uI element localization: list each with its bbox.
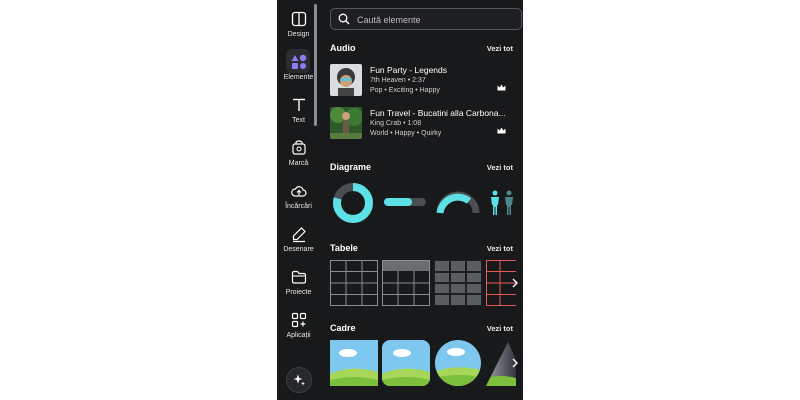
apps-grid-icon [291,312,306,328]
crown-icon [497,127,506,134]
elements-shapes-icon [291,54,306,69]
sidebar-item-uploads[interactable]: Încărcări [277,172,320,212]
table-header-element[interactable] [382,260,430,306]
cloud-upload-icon [290,186,307,197]
magic-button[interactable] [286,367,312,393]
track-meta: King Crab • 1:08 [370,120,422,127]
square-frame-element[interactable] [330,340,378,386]
track-meta: 7th Heaven • 2:37 [370,77,426,84]
table-filled-element[interactable] [434,260,482,306]
track-thumbnail [330,64,362,96]
track-title: Fun Party - Legends [370,65,448,75]
track-thumbnail [330,107,362,139]
tables-next-arrow[interactable] [506,274,523,292]
diagrams-row [330,181,520,225]
tables-see-all-link[interactable]: Vezi tot [487,244,513,253]
audio-see-all-link[interactable]: Vezi tot [487,44,513,53]
sparkle-magic-icon [293,374,305,386]
search-icon [338,13,350,25]
brand-kit-icon [291,140,306,155]
sidebar-item-apps[interactable]: Aplicații [277,301,320,341]
audio-section-title: Audio [330,43,356,53]
elements-panel-app: Design Elemente Text Marcă Încărcări Des… [277,0,523,400]
progress-bar-element[interactable] [384,197,428,207]
track-tags: Pop • Exciting • Happy [370,87,440,94]
frames-row [330,340,520,388]
half-gauge-element[interactable] [436,189,480,215]
frames-see-all-link[interactable]: Vezi tot [487,324,513,333]
design-layout-icon [291,11,306,27]
audio-track-item[interactable]: Fun Travel - Bucatini alla Carbona... Ki… [330,107,520,143]
content-panel: Audio Vezi tot Fun Party - Legends 7th H… [322,0,523,400]
tables-row [330,260,520,308]
track-title: Fun Travel - Bucatini alla Carbona... [370,108,506,118]
sidebar-item-brand[interactable]: Marcă [277,129,320,169]
diagrams-see-all-link[interactable]: Vezi tot [487,163,513,172]
table-grid-element[interactable] [330,260,378,306]
chevron-right-icon [512,278,518,288]
sidebar-item-projects[interactable]: Proiecte [277,258,320,298]
sidebar-item-label: Marcă [288,160,309,167]
folder-icon [291,270,306,284]
rounded-frame-element[interactable] [382,340,430,386]
sidebar-item-draw[interactable]: Desenare [277,215,320,255]
text-t-icon [292,98,305,111]
sidebar-item-label: Încărcări [285,203,312,210]
sidebar-item-label: Aplicații [286,332,311,339]
search-box[interactable] [330,8,522,30]
circle-frame-element[interactable] [434,340,482,386]
people-chart-element[interactable] [488,190,516,216]
search-input[interactable] [355,11,519,29]
rail-scrollbar[interactable] [314,4,317,126]
donut-chart-element[interactable] [332,182,374,224]
diagrams-section-title: Diagrame [330,162,372,172]
frames-next-arrow[interactable] [506,354,523,372]
sidebar-item-label: Proiecte [285,289,312,296]
frames-section-title: Cadre [330,323,356,333]
crown-icon [497,84,506,91]
audio-track-item[interactable]: Fun Party - Legends 7th Heaven • 2:37 Po… [330,64,520,100]
sidebar-item-label: Desenare [283,246,314,253]
chevron-right-icon [512,358,518,368]
track-tags: World • Happy • Quirky [370,130,442,137]
draw-pen-icon [292,227,306,243]
tables-section-title: Tabele [330,243,358,253]
